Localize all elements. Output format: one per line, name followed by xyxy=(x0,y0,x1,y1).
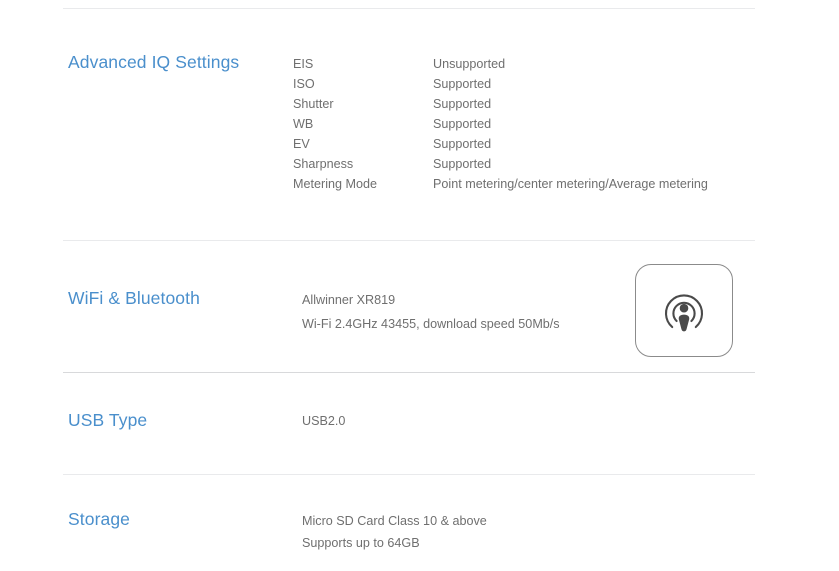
iq-value-eis: Unsupported xyxy=(433,57,506,71)
wifi-icon-card xyxy=(635,264,733,357)
section-divider-top xyxy=(63,8,755,9)
table-row: Metering Mode Point metering/center mete… xyxy=(293,174,708,194)
section-heading-wifi-bluetooth: WiFi & Bluetooth xyxy=(68,288,200,308)
iq-label-wb: WB xyxy=(293,117,314,131)
iq-label-iso: ISO xyxy=(293,77,315,91)
table-row: ISO Supported xyxy=(293,74,708,94)
storage-card-type-text: Micro SD Card Class 10 & above xyxy=(302,514,487,528)
wifi-bluetooth-details: Allwinner XR819 Wi-Fi 2.4GHz 43455, down… xyxy=(302,288,560,336)
section-heading-advanced-iq-settings: Advanced IQ Settings xyxy=(68,52,240,72)
iq-value-shutter: Supported xyxy=(433,97,492,111)
iq-value-iso: Supported xyxy=(433,77,492,91)
usb-version-text: USB2.0 xyxy=(302,414,346,428)
iq-value-sharpness: Supported xyxy=(433,157,492,171)
table-row: EV Supported xyxy=(293,134,708,154)
storage-capacity-text: Supports up to 64GB xyxy=(302,536,420,550)
iq-label-sharpness: Sharpness xyxy=(293,157,354,171)
podcast-broadcast-icon xyxy=(658,285,710,337)
iq-label-eis: EIS xyxy=(293,57,314,71)
wifi-band-speed-text: Wi-Fi 2.4GHz 43455, download speed 50Mb/… xyxy=(302,317,560,331)
table-row: Shutter Supported xyxy=(293,94,708,114)
iq-value-ev: Supported xyxy=(433,137,492,151)
iq-label-metering-mode: Metering Mode xyxy=(293,177,377,191)
table-row: EIS Unsupported xyxy=(293,54,708,74)
iq-label-ev: EV xyxy=(293,137,310,151)
section-heading-usb-type: USB Type xyxy=(68,410,148,430)
section-divider-after-wifi xyxy=(63,372,755,373)
usb-type-details: USB2.0 xyxy=(302,411,345,431)
table-row: WB Supported xyxy=(293,114,708,134)
spec-sheet-page: Advanced IQ Settings EIS Unsupported ISO… xyxy=(0,0,839,571)
section-divider-after-advanced-iq xyxy=(63,240,755,241)
wifi-chipset-text: Allwinner XR819 xyxy=(302,293,396,307)
iq-value-wb: Supported xyxy=(433,117,492,131)
section-heading-storage: Storage xyxy=(68,509,130,529)
section-divider-after-usb xyxy=(63,474,755,475)
iq-label-shutter: Shutter xyxy=(293,97,334,111)
advanced-iq-settings-table: EIS Unsupported ISO Supported Shutter Su… xyxy=(293,54,708,194)
storage-details: Micro SD Card Class 10 & above Supports … xyxy=(302,510,487,554)
table-row: Sharpness Supported xyxy=(293,154,708,174)
iq-value-metering-mode: Point metering/center metering/Average m… xyxy=(433,177,708,191)
